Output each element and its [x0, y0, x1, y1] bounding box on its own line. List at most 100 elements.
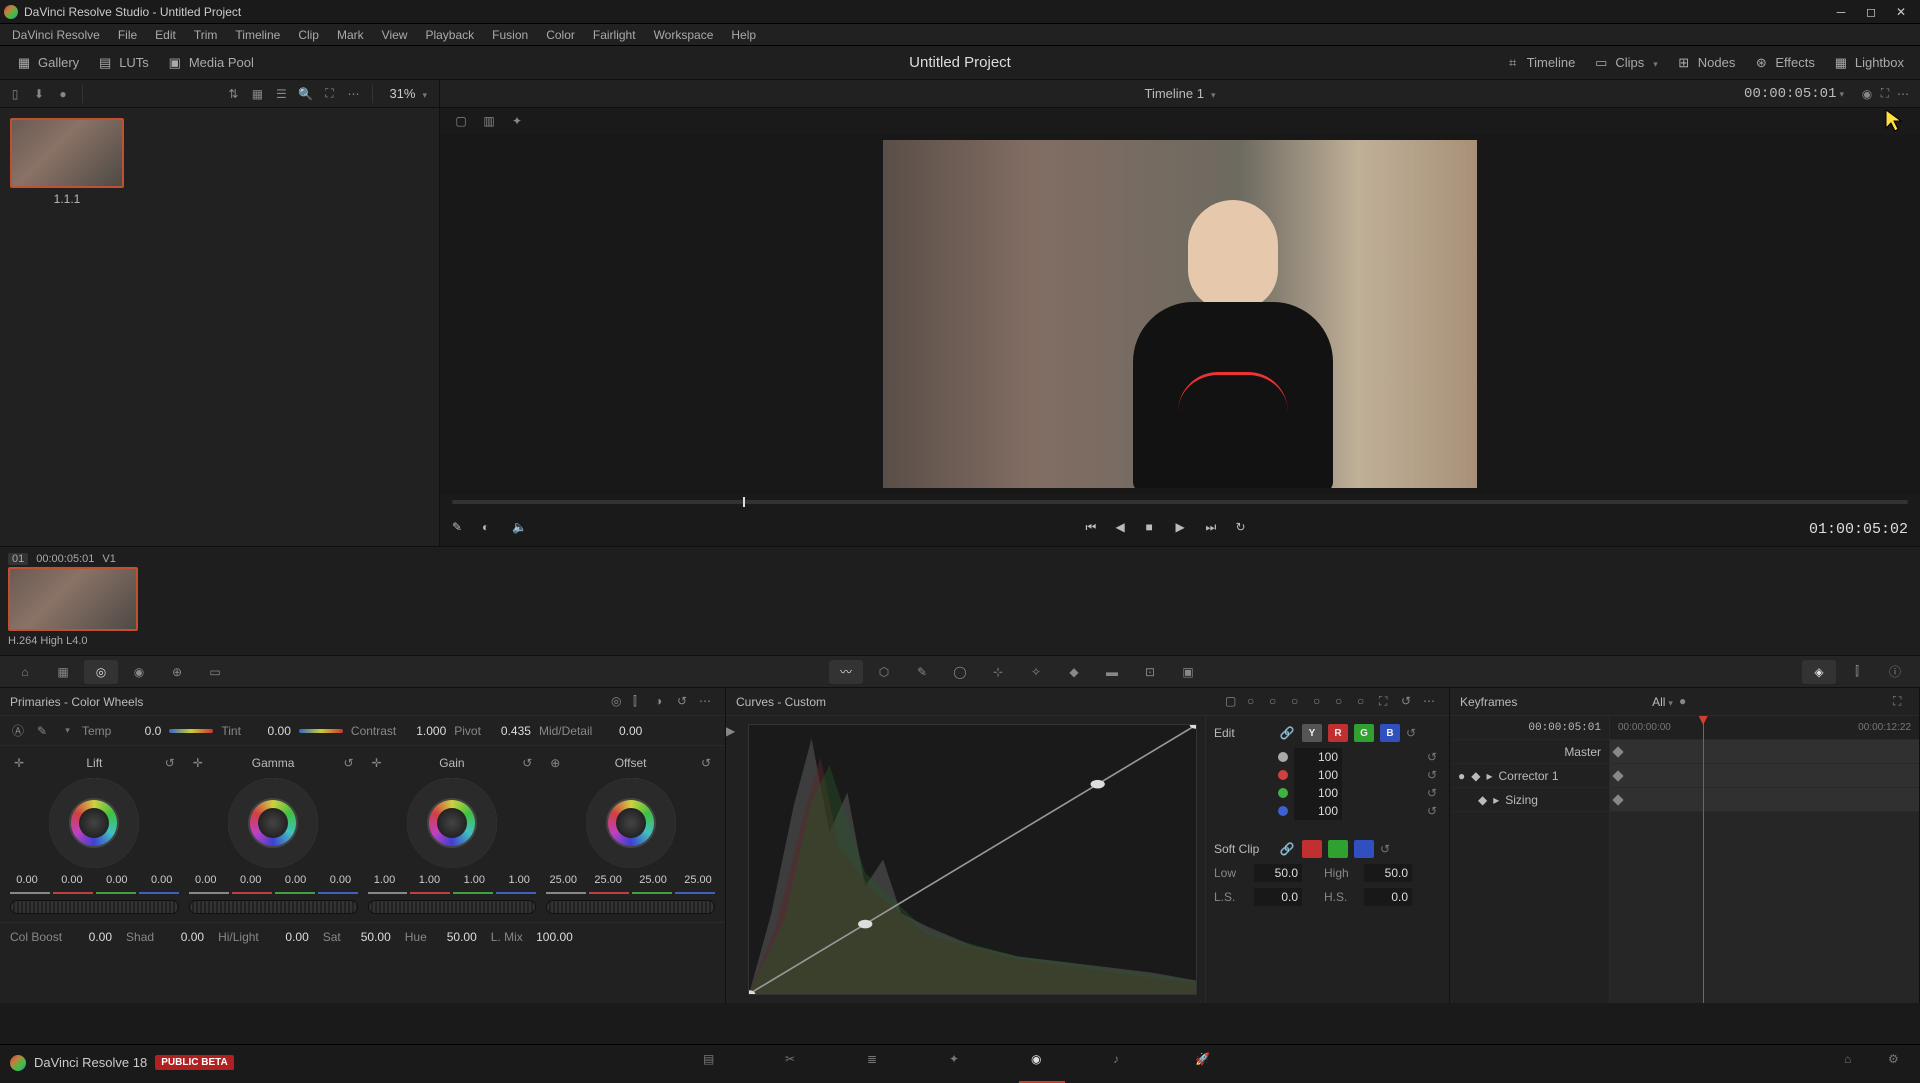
low-input[interactable] — [1254, 864, 1302, 882]
channel-intensity-input[interactable] — [1294, 784, 1342, 802]
master-jog[interactable] — [10, 900, 179, 914]
wheel-picker-icon[interactable]: ✛ — [189, 754, 207, 772]
wheel-r-value[interactable]: 0.00 — [234, 874, 268, 886]
gallery-toggle[interactable]: ▦Gallery — [8, 51, 87, 75]
blur-icon[interactable]: ◆ — [1057, 660, 1091, 684]
3d-icon[interactable]: ▣ — [1171, 660, 1205, 684]
color-wheels-icon[interactable]: ◎ — [84, 660, 118, 684]
menu-item[interactable]: Clip — [290, 26, 327, 44]
hue-hue-icon[interactable]: ○ — [1247, 694, 1263, 710]
color-wheel[interactable] — [407, 778, 497, 868]
magic-mask-icon[interactable]: ✧ — [1019, 660, 1053, 684]
link-icon[interactable]: 🔗 — [1278, 724, 1296, 742]
effects-toggle[interactable]: ⊛Effects — [1745, 51, 1823, 75]
menu-item[interactable]: View — [374, 26, 416, 44]
color-page-icon[interactable]: ◉ — [1031, 1052, 1053, 1074]
keyframes-panel-icon[interactable]: ◈ — [1802, 660, 1836, 684]
reset-icon[interactable]: ↺ — [1427, 768, 1441, 782]
stills-album-icon[interactable]: ▯ — [6, 85, 24, 103]
rgb-mixer-icon[interactable]: ⊕ — [160, 660, 194, 684]
menu-item[interactable]: Mark — [329, 26, 372, 44]
channel-intensity-input[interactable] — [1294, 766, 1342, 784]
highlight-icon[interactable]: ✦ — [508, 112, 526, 130]
wheel-b-value[interactable]: 0.00 — [323, 874, 357, 886]
channel-intensity-input[interactable] — [1294, 748, 1342, 766]
hue-value[interactable]: 50.00 — [431, 930, 477, 944]
pivot-value[interactable]: 0.435 — [485, 724, 531, 738]
wheel-r-value[interactable]: 0.00 — [55, 874, 89, 886]
nodes-toggle[interactable]: ⊞Nodes — [1668, 51, 1744, 75]
wheel-g-value[interactable]: 1.00 — [457, 874, 491, 886]
tracker-icon[interactable]: ⊹ — [981, 660, 1015, 684]
color-match-icon[interactable]: ▦ — [46, 660, 80, 684]
timeline-dropdown[interactable]: Timeline 1 — [1144, 86, 1215, 101]
shad-value[interactable]: 0.00 — [158, 930, 204, 944]
kf-mode-icon[interactable]: ● — [1679, 694, 1695, 710]
master-jog[interactable] — [189, 900, 358, 914]
grid-view-icon[interactable]: ▦ — [248, 85, 266, 103]
wheel-g-value[interactable]: 0.00 — [100, 874, 134, 886]
wheel-reset-icon[interactable]: ↺ — [340, 754, 358, 772]
kf-diamond-icon[interactable]: ◆ — [1478, 793, 1487, 807]
sat-sat-icon[interactable]: ○ — [1335, 694, 1351, 710]
split-screen-icon[interactable]: ▥ — [480, 112, 498, 130]
contrast-value[interactable]: 1.000 — [400, 724, 446, 738]
keyframe-playhead[interactable] — [1703, 716, 1704, 1003]
wheels-mode-icon[interactable]: ◎ — [611, 694, 627, 710]
wheel-y-value[interactable]: 0.00 — [10, 874, 44, 886]
sat-lum-icon[interactable]: ○ — [1357, 694, 1373, 710]
menu-item[interactable]: Help — [723, 26, 764, 44]
master-jog[interactable] — [546, 900, 715, 914]
clip-thumbnail[interactable] — [8, 567, 138, 631]
bypass-grade-icon[interactable]: ◉ — [1858, 85, 1876, 103]
qualifier-icon[interactable]: ✎ — [905, 660, 939, 684]
tint-value[interactable]: 0.00 — [245, 724, 291, 738]
wheel-g-value[interactable]: 25.00 — [636, 874, 670, 886]
menu-item[interactable]: DaVinci Resolve — [4, 26, 108, 44]
fairlight-page-icon[interactable]: ♪ — [1113, 1052, 1135, 1074]
temp-value[interactable]: 0.0 — [115, 724, 161, 738]
reset-icon[interactable]: ↺ — [1427, 786, 1441, 800]
gallery-still[interactable]: 1.1.1 — [10, 118, 124, 206]
menu-item[interactable]: Playback — [417, 26, 482, 44]
reset-icon[interactable]: ↺ — [1427, 750, 1441, 764]
ls-input[interactable] — [1254, 888, 1302, 906]
menu-item[interactable]: Workspace — [646, 26, 722, 44]
clips-toggle[interactable]: ▭Clips — [1585, 51, 1665, 75]
grab-still-icon[interactable]: ⬇ — [30, 85, 48, 103]
kf-diamond-icon[interactable]: ◆ — [1471, 769, 1480, 783]
kf-expand-icon[interactable]: ▸ — [1493, 793, 1499, 807]
sat-value[interactable]: 50.00 — [345, 930, 391, 944]
sc-r-button[interactable] — [1302, 840, 1322, 858]
expand-icon[interactable]: ⛶ — [320, 85, 338, 103]
channel-intensity-input[interactable] — [1294, 802, 1342, 820]
hs-input[interactable] — [1364, 888, 1412, 906]
wheel-picker-icon[interactable]: ✛ — [10, 754, 28, 772]
wheel-b-value[interactable]: 25.00 — [681, 874, 715, 886]
curves-icon[interactable]: 〰 — [829, 660, 863, 684]
timeline-toggle[interactable]: ⌗Timeline — [1497, 51, 1584, 75]
log-mode-icon[interactable]: ◑ — [655, 694, 671, 710]
auto-balance-icon[interactable]: Ⓐ — [10, 723, 26, 739]
motion-effects-icon[interactable]: ▭ — [198, 660, 232, 684]
kf-toggle-icon[interactable]: ● — [1458, 769, 1465, 783]
sizing-icon[interactable]: ⊡ — [1133, 660, 1167, 684]
step-back-button[interactable]: ◀ — [1115, 520, 1133, 538]
menu-item[interactable]: Timeline — [227, 26, 288, 44]
unmix-icon[interactable]: ◐ — [482, 520, 500, 538]
menu-item[interactable]: Fairlight — [585, 26, 644, 44]
stop-button[interactable]: ■ — [1145, 520, 1163, 538]
zoom-select[interactable]: 31% — [383, 84, 433, 103]
reset-icon[interactable]: ↺ — [1380, 842, 1394, 856]
wheel-reset-icon[interactable]: ↺ — [518, 754, 536, 772]
menu-item[interactable]: Edit — [147, 26, 184, 44]
minimize-button[interactable]: ─ — [1834, 5, 1848, 19]
luts-toggle[interactable]: ▤LUTs — [89, 51, 157, 75]
key-icon[interactable]: ▬ — [1095, 660, 1129, 684]
color-wheel[interactable] — [49, 778, 139, 868]
media-page-icon[interactable]: ▤ — [703, 1052, 725, 1074]
wheel-r-value[interactable]: 25.00 — [591, 874, 625, 886]
link-icon[interactable]: 🔗 — [1278, 840, 1296, 858]
channel-g-button[interactable]: G — [1354, 724, 1374, 742]
curves-graph[interactable] — [748, 724, 1197, 995]
